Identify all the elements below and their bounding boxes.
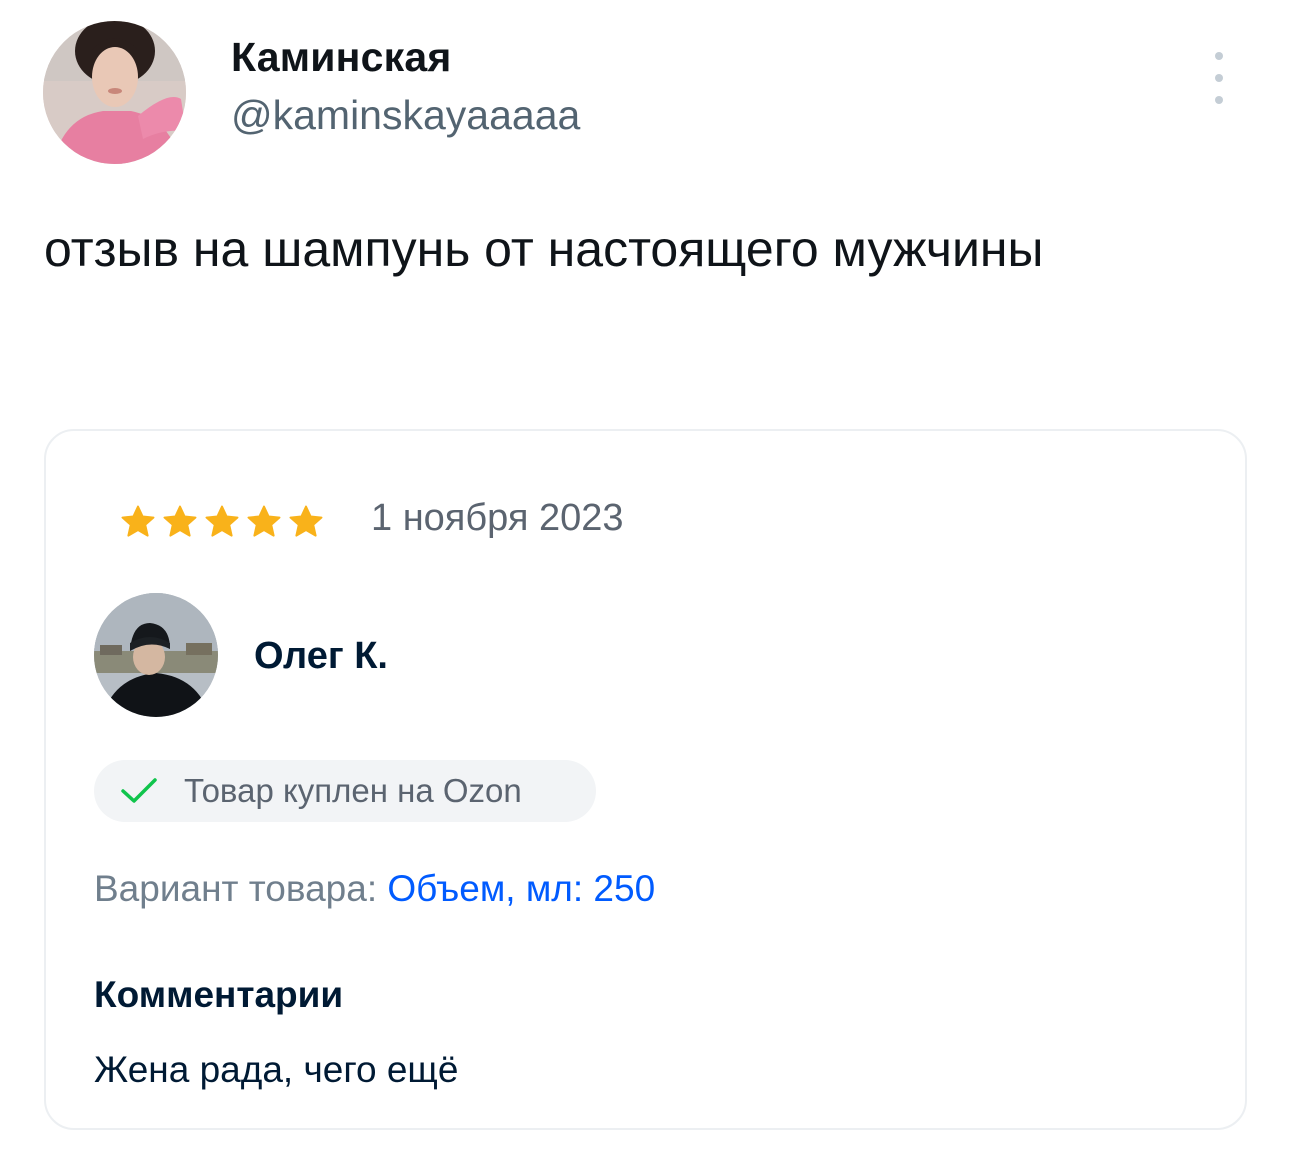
reviewer-avatar-image [94,593,218,717]
star-icon [247,505,281,537]
checkmark-icon [121,778,157,803]
more-vertical-icon-dot [1215,96,1223,104]
author-avatar[interactable] [43,21,186,164]
variant-label: Вариант товара: [94,868,378,909]
variant-value-link[interactable]: Объем, мл: 250 [387,868,655,909]
author-handle[interactable]: @kaminskayaaaaa [231,92,580,139]
star-rating [119,503,325,541]
purchase-badge-text: Товар куплен на Ozon [184,772,522,809]
star-icon [205,505,239,537]
product-variant: Вариант товара: Объем, мл: 250 [94,868,655,910]
tweet-text: отзыв на шампунь от настоящего мужчины [44,221,1044,277]
star-icon [289,505,323,537]
comments-heading: Комментарии [94,974,344,1015]
review-date: 1 ноября 2023 [371,497,624,539]
author-name[interactable]: Каминская [231,34,451,81]
reviewer-name: Олег К. [254,635,388,677]
comment-text: Жена рада, чего ещё [94,1049,459,1090]
star-icon [163,505,197,537]
author-avatar-image [43,21,186,164]
star-icon [121,505,155,537]
purchase-verified-badge: Товар куплен на Ozon [94,760,596,822]
more-options-button[interactable] [1205,52,1233,104]
more-vertical-icon [1215,52,1223,60]
more-vertical-icon-dot [1215,74,1223,82]
reviewer-avatar [94,593,218,717]
review-card[interactable]: 1 ноября 2023 Олег К. Товар куплен на Oz… [44,429,1247,1130]
